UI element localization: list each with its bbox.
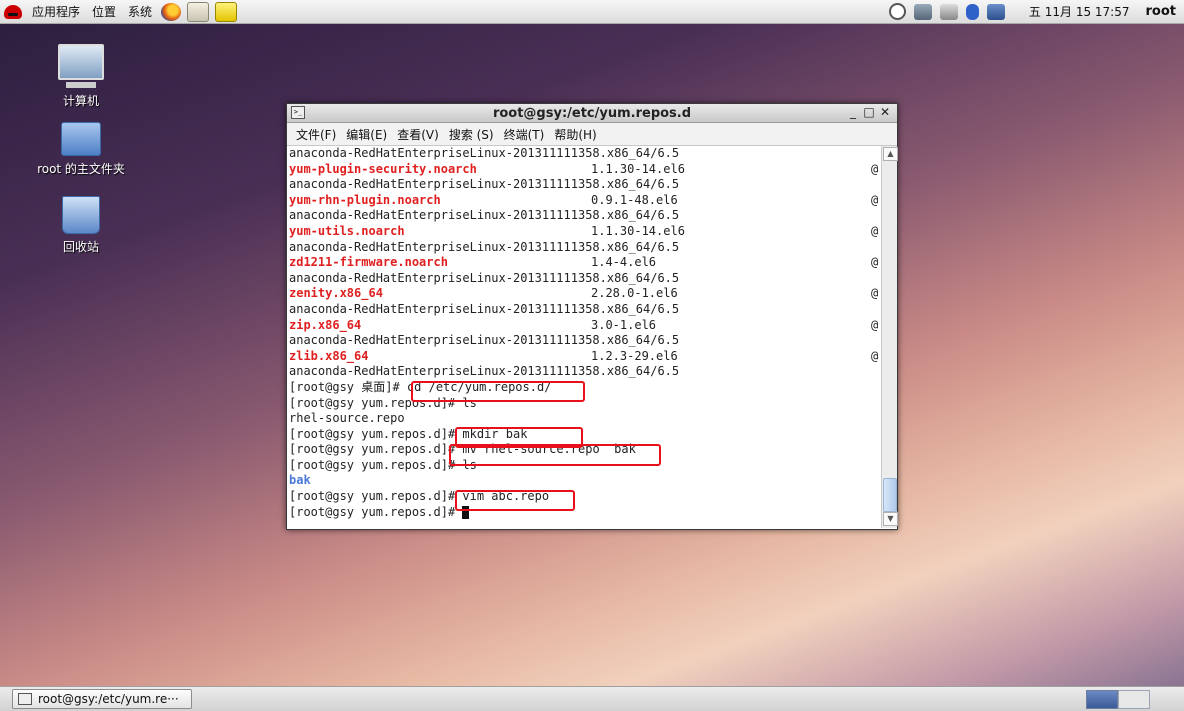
package-name: yum-plugin-security.noarch (289, 161, 477, 176)
highlight-box (449, 444, 661, 466)
shell-prompt: [root@gsy yum.repos.d]# (289, 504, 456, 519)
home-folder-icon (61, 122, 101, 156)
shell-prompt: [root@gsy yum.repos.d]# (289, 489, 456, 504)
terminal-line: anaconda-RedHatEnterpriseLinux-201311111… (289, 239, 680, 254)
terminal-line: anaconda-RedHatEnterpriseLinux-201311111… (289, 177, 680, 192)
shell-prompt: [root@gsy yum.repos.d]# (289, 442, 456, 457)
scrollbar-thumb[interactable] (883, 478, 897, 512)
package-repo-marker: @ (871, 286, 879, 301)
terminal-line: bak (289, 473, 311, 488)
redhat-logo-icon[interactable] (4, 4, 22, 19)
terminal-line: yum-utils.noarch 1.1.30-14.el6 @ (287, 224, 881, 240)
terminal-menubar: 文件(F) 编辑(E) 查看(V) 搜索 (S) 终端(T) 帮助(H) (287, 123, 897, 146)
top-panel: 应用程序 位置 系统 五 11月 15 17:57 root (0, 0, 1184, 24)
mail-icon[interactable] (187, 1, 210, 22)
terminal-line: rhel-source.repo (289, 411, 405, 426)
display-icon[interactable] (986, 3, 1005, 20)
terminal-line: anaconda-RedHatEnterpriseLinux-201311111… (289, 301, 680, 316)
scroll-up-arrow-icon[interactable]: ▲ (883, 147, 898, 161)
computer-icon (58, 44, 104, 80)
terminal-line: zd1211-firmware.noarch 1.4-4.el6 @ (287, 255, 881, 271)
terminal-line: anaconda-RedHatEnterpriseLinux-201311111… (289, 208, 680, 223)
package-repo-marker: @ (871, 317, 879, 332)
terminal-line: zenity.x86_64 2.28.0-1.el6 @ (287, 286, 881, 302)
package-repo-marker: @ (871, 192, 879, 207)
package-repo-marker: @ (871, 161, 879, 176)
window-titlebar[interactable]: >_ root@gsy:/etc/yum.repos.d _ □ ✕ (287, 104, 897, 123)
network-icon[interactable] (913, 3, 932, 20)
desktop-icon-label: 计算机 (62, 94, 99, 108)
close-button[interactable]: ✕ (877, 105, 893, 120)
menu-edit[interactable]: 编辑(E) (341, 126, 392, 143)
scroll-down-arrow-icon[interactable]: ▼ (883, 512, 898, 526)
package-version: 1.4-4.el6 (591, 255, 657, 270)
terminal-line: zlib.x86_64 1.2.3-29.el6 @ (287, 349, 881, 365)
package-version: 0.9.1-48.el6 (591, 192, 678, 207)
package-name: zd1211-firmware.noarch (289, 255, 448, 270)
menu-terminal[interactable]: 终端(T) (499, 126, 550, 143)
terminal-line: anaconda-RedHatEnterpriseLinux-201311111… (289, 364, 680, 379)
firefox-icon[interactable] (161, 2, 182, 21)
shell-prompt: [root@gsy yum.repos.d]# (289, 457, 456, 472)
highlight-box (411, 381, 585, 402)
workspace-1[interactable] (1086, 690, 1118, 709)
update-clock-icon[interactable] (888, 3, 906, 20)
package-name: yum-utils.noarch (289, 223, 405, 238)
menu-view[interactable]: 查看(V) (392, 126, 444, 143)
trash-icon (62, 196, 100, 234)
package-version: 1.2.3-29.el6 (591, 348, 678, 363)
desktop-home-folder[interactable]: root 的主文件夹 (33, 122, 129, 177)
terminal-window[interactable]: >_ root@gsy:/etc/yum.repos.d _ □ ✕ 文件(F)… (286, 103, 898, 530)
menu-search[interactable]: 搜索 (S) (444, 126, 499, 143)
menu-help[interactable]: 帮助(H) (549, 126, 601, 143)
shell-prompt: [root@gsy 桌面]# (289, 379, 400, 394)
taskbar-window-button[interactable]: root@gsy:/etc/yum.re··· (12, 689, 192, 709)
package-version: 3.0-1.el6 (591, 317, 657, 332)
panel-clock[interactable]: 五 11月 15 17:57 (1029, 3, 1130, 20)
terminal-line: yum-rhn-plugin.noarch 0.9.1-48.el6 @ (287, 193, 881, 209)
user-menu[interactable]: root (1146, 4, 1177, 19)
terminal-output[interactable]: anaconda-RedHatEnterpriseLinux-201311111… (287, 146, 881, 528)
desktop-icon-label: 回收站 (62, 240, 99, 254)
desktop-icon-label: root 的主文件夹 (37, 162, 125, 176)
bluetooth-icon[interactable] (965, 3, 979, 20)
menu-places[interactable]: 位置 (86, 0, 122, 23)
menu-file[interactable]: 文件(F) (291, 126, 341, 143)
package-version: 2.28.0-1.el6 (591, 286, 678, 301)
package-name: zip.x86_64 (289, 317, 362, 332)
menu-applications[interactable]: 应用程序 (26, 0, 86, 23)
terminal-line: [root@gsy yum.repos.d]# (287, 505, 881, 521)
package-name: zenity.x86_64 (289, 286, 383, 301)
terminal-line: anaconda-RedHatEnterpriseLinux-201311111… (289, 146, 680, 160)
desktop-trash[interactable]: 回收站 (33, 196, 129, 255)
menu-system[interactable]: 系统 (122, 0, 158, 23)
workspace-2[interactable] (1118, 690, 1150, 709)
window-title: root@gsy:/etc/yum.repos.d (492, 105, 692, 121)
package-version: 1.1.30-14.el6 (591, 161, 685, 176)
package-repo-marker: @ (871, 223, 879, 238)
notes-icon[interactable] (215, 1, 238, 22)
taskbar-window-label: root@gsy:/etc/yum.re··· (38, 692, 179, 706)
terminal-line: anaconda-RedHatEnterpriseLinux-201311111… (289, 270, 680, 285)
terminal-line: [root@gsy yum.repos.d]# mkdir bak (287, 427, 881, 443)
package-version: 1.1.30-14.el6 (591, 223, 685, 238)
terminal-icon[interactable]: >_ (291, 106, 305, 119)
minimize-button[interactable]: _ (845, 105, 861, 120)
terminal-line: [root@gsy yum.repos.d]# vim abc.repo (287, 489, 881, 505)
package-repo-marker: @ (871, 348, 879, 363)
terminal-line: yum-plugin-security.noarch 1.1.30-14.el6 @ (287, 162, 881, 178)
terminal-line: anaconda-RedHatEnterpriseLinux-201311111… (289, 333, 680, 348)
maximize-button[interactable]: □ (861, 105, 877, 120)
bottom-panel: root@gsy:/etc/yum.re··· (0, 686, 1184, 711)
volume-icon[interactable] (939, 3, 958, 20)
terminal-line: zip.x86_64 3.0-1.el6 @ (287, 318, 881, 334)
desktop-computer[interactable]: 计算机 (33, 44, 129, 109)
terminal-scrollbar[interactable]: ▲ ▼ (881, 146, 898, 528)
terminal-icon (18, 693, 32, 705)
package-name: yum-rhn-plugin.noarch (289, 192, 441, 207)
package-name: zlib.x86_64 (289, 348, 369, 363)
package-repo-marker: @ (871, 255, 879, 270)
highlight-box (455, 490, 575, 511)
shell-prompt: [root@gsy yum.repos.d]# (289, 426, 456, 441)
